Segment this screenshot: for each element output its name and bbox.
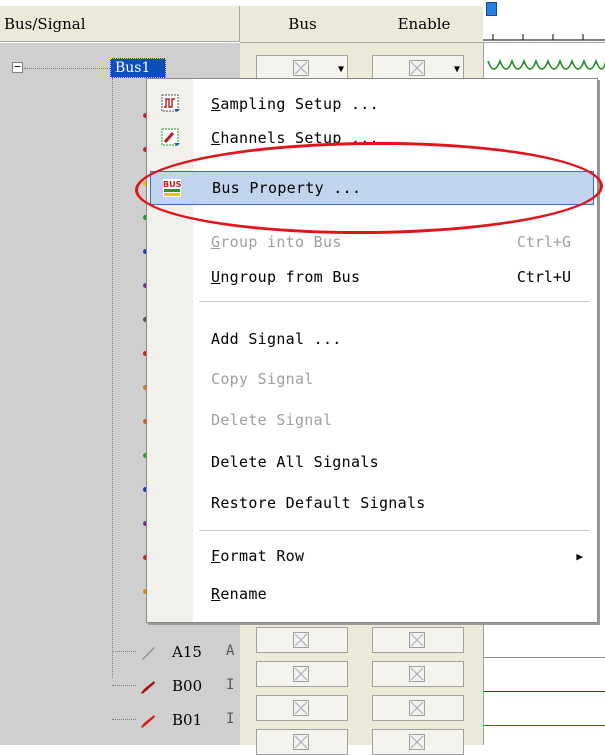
signal-alias: I <box>226 711 235 727</box>
menu-item-add-signal[interactable]: Add Signal ... <box>147 322 599 356</box>
signal-waveform <box>484 691 605 692</box>
channels-icon <box>161 128 180 146</box>
checkbox-cell[interactable] <box>372 627 464 653</box>
disabled-checkbox-icon <box>293 734 309 750</box>
cursor-marker-icon[interactable] <box>486 2 497 16</box>
checkbox-cell[interactable] <box>256 661 348 687</box>
menu-mnemonic: U <box>211 268 221 286</box>
signal-waveform <box>484 725 605 726</box>
menu-mnemonic: R <box>211 585 221 603</box>
disabled-checkbox-icon <box>409 60 425 76</box>
checkbox-cell[interactable] <box>372 661 464 687</box>
menu-item-ungroup-from-bus[interactable]: Ungroup from Bus Ctrl+U <box>147 260 599 294</box>
menu-item-label: Add Signal ... <box>211 330 342 348</box>
menu-separator <box>199 301 589 302</box>
disabled-checkbox-icon <box>293 60 309 76</box>
menu-item-label: Ungroup from Bus <box>211 268 361 286</box>
column-header-label: Bus/Signal <box>4 14 86 33</box>
tree-connector <box>24 68 110 69</box>
menu-mnemonic: F <box>211 547 221 565</box>
disabled-checkbox-icon <box>409 632 425 648</box>
menu-item-label: Sampling Setup ... <box>211 95 379 113</box>
checkbox-cell[interactable] <box>372 729 464 755</box>
signal-alias: I <box>226 677 235 693</box>
probe-icon <box>141 715 155 728</box>
column-header-enable[interactable]: Enable <box>365 6 484 43</box>
menu-separator <box>199 530 589 531</box>
menu-item-label: Rename <box>211 585 267 603</box>
menu-mnemonic: G <box>211 233 221 251</box>
probe-icon <box>142 647 155 660</box>
signal-row-b00[interactable]: B00 I <box>0 671 240 703</box>
signal-name: B01 <box>172 711 203 729</box>
menu-item-copy-signal[interactable]: Copy Signal <box>147 362 599 396</box>
menu-item-shortcut: Ctrl+U <box>516 268 571 286</box>
signal-row-a15[interactable]: A15 A <box>0 637 240 669</box>
disabled-checkbox-icon <box>409 700 425 716</box>
menu-mnemonic: S <box>211 95 221 113</box>
column-header-bus-signal[interactable]: Bus/Signal <box>0 6 240 42</box>
menu-item-label: Delete All Signals <box>211 453 379 471</box>
column-header-bus[interactable]: Bus <box>240 6 366 43</box>
menu-item-label: Copy Signal <box>211 370 314 388</box>
menu-item-delete-signal[interactable]: Delete Signal <box>147 403 599 437</box>
tree-connector <box>112 685 136 686</box>
signal-waveform <box>484 657 605 658</box>
bus1-tree-item[interactable]: Bus1 <box>110 58 166 78</box>
column-header-label: Bus <box>288 15 317 33</box>
signal-name: A15 <box>172 643 202 661</box>
collapse-toggle-icon[interactable]: − <box>12 61 23 73</box>
menu-item-label: Format Row <box>211 547 305 565</box>
checkbox-cell[interactable] <box>372 695 464 721</box>
menu-item-delete-all-signals[interactable]: Delete All Signals <box>147 445 599 479</box>
signal-name: B00 <box>172 677 203 695</box>
column-header-label: Enable <box>397 15 451 33</box>
submenu-arrow-icon: ▶ <box>576 549 583 563</box>
sampling-icon <box>161 94 180 112</box>
tree-connector <box>112 719 136 720</box>
tree-connector <box>112 651 136 652</box>
checkbox-cell[interactable] <box>256 729 348 755</box>
menu-item-rename[interactable]: Rename <box>147 577 599 611</box>
menu-item-sampling-setup[interactable]: Sampling Setup ... <box>147 87 599 121</box>
checkbox-cell[interactable] <box>256 695 348 721</box>
menu-item-label: Restore Default Signals <box>211 494 426 512</box>
signal-alias: A <box>226 643 235 659</box>
column-header-waveform <box>483 6 605 43</box>
menu-item-label: Group into Bus <box>211 233 342 251</box>
dropdown-arrow-icon[interactable]: ▼ <box>454 64 460 75</box>
disabled-checkbox-icon <box>293 632 309 648</box>
checkbox-cell[interactable] <box>256 627 348 653</box>
disabled-checkbox-icon <box>409 666 425 682</box>
menu-mnemonic: C <box>211 129 221 147</box>
dropdown-arrow-icon[interactable]: ▼ <box>338 64 344 75</box>
signal-row-b01[interactable]: B01 I <box>0 705 240 737</box>
disabled-checkbox-icon <box>293 666 309 682</box>
menu-item-restore-default-signals[interactable]: Restore Default Signals <box>147 486 599 520</box>
disabled-checkbox-icon <box>293 700 309 716</box>
menu-item-shortcut: Ctrl+G <box>516 233 571 251</box>
time-ruler <box>483 34 605 41</box>
disabled-checkbox-icon <box>409 734 425 750</box>
probe-icon <box>141 681 155 694</box>
menu-item-format-row[interactable]: Format Row ▶ <box>147 539 599 573</box>
menu-item-label: Delete Signal <box>211 411 333 429</box>
tree-connector <box>112 78 113 678</box>
